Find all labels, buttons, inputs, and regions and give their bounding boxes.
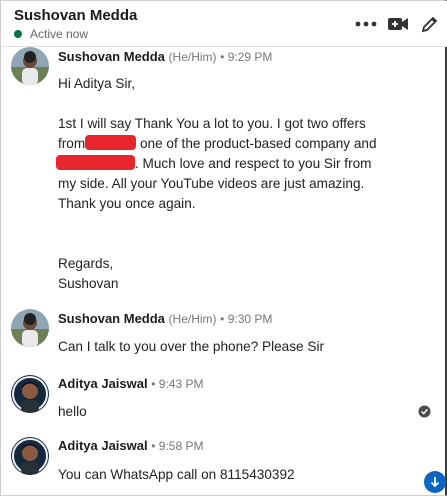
- message-meta: Sushovan Medda (He/Him) • 9:29 PM: [58, 49, 272, 64]
- redaction-mark: [85, 135, 137, 150]
- message-line: Hi Aditya Sir,: [58, 76, 136, 91]
- message-group: Aditya Jaiswal • 9:43 PM hello: [1, 373, 441, 428]
- video-call-icon[interactable]: [384, 11, 412, 37]
- message-meta: Aditya Jaiswal • 9:58 PM: [58, 438, 203, 453]
- message-line: Thank you once again.: [58, 196, 196, 211]
- compose-icon[interactable]: [416, 11, 444, 37]
- avatar[interactable]: [11, 47, 49, 85]
- message-body: You can WhatsApp call on 8115430392: [58, 467, 295, 482]
- redaction-mark: [56, 155, 135, 170]
- message-body: hello: [58, 404, 87, 419]
- message-body: Hi Aditya Sir, 1st I will say Thank You …: [56, 74, 403, 294]
- arrow-down-icon: [430, 477, 440, 488]
- avatar[interactable]: [11, 309, 49, 347]
- more-icon[interactable]: [352, 11, 380, 37]
- sender-name[interactable]: Aditya Jaiswal: [58, 376, 148, 391]
- message-line: Sushovan: [58, 276, 119, 291]
- message-line-with-redaction: . Much love and respect to you Sir from: [56, 154, 403, 174]
- sender-pronouns: (He/Him): [168, 312, 217, 326]
- message-line: my side. All your YouTube videos are jus…: [58, 176, 365, 191]
- conversation-pane: Sushovan Medda Active now Sushovan Medda…: [0, 0, 447, 496]
- sender-name[interactable]: Sushovan Medda: [58, 49, 165, 64]
- read-receipt-icon: [418, 405, 431, 418]
- message-line: Regards,: [58, 256, 114, 271]
- message-line-with-redaction: from one of the product-based company an…: [58, 135, 377, 151]
- message-meta: Aditya Jaiswal • 9:43 PM: [58, 376, 203, 391]
- message-line: 1st I will say Thank You a lot to you. I…: [58, 116, 366, 131]
- status-text: Active now: [30, 27, 89, 41]
- presence-status: Active now: [14, 27, 88, 41]
- sender-name[interactable]: Sushovan Medda: [58, 311, 165, 326]
- message-time: • 9:30 PM: [220, 312, 273, 326]
- message-time: • 9:58 PM: [151, 439, 204, 453]
- sender-pronouns: (He/Him): [168, 50, 217, 64]
- message-time: • 9:29 PM: [220, 50, 273, 64]
- message-time: • 9:43 PM: [151, 377, 204, 391]
- sender-name[interactable]: Aditya Jaiswal: [58, 438, 148, 453]
- message-group: Sushovan Medda (He/Him) • 9:29 PM Hi Adi…: [1, 47, 441, 297]
- message-group: Sushovan Medda (He/Him) • 9:30 PM Can I …: [1, 307, 441, 362]
- message-body: Can I talk to you over the phone? Please…: [58, 339, 324, 354]
- message-meta: Sushovan Medda (He/Him) • 9:30 PM: [58, 311, 272, 326]
- online-dot-icon: [14, 30, 22, 38]
- header-actions: [348, 11, 444, 37]
- scroll-down-button[interactable]: [424, 471, 446, 493]
- avatar[interactable]: [11, 437, 49, 475]
- message-group: Aditya Jaiswal • 9:58 PM You can WhatsAp…: [1, 435, 441, 495]
- contact-name[interactable]: Sushovan Medda: [14, 7, 137, 24]
- avatar[interactable]: [11, 375, 49, 413]
- conversation-header: Sushovan Medda Active now: [1, 1, 447, 47]
